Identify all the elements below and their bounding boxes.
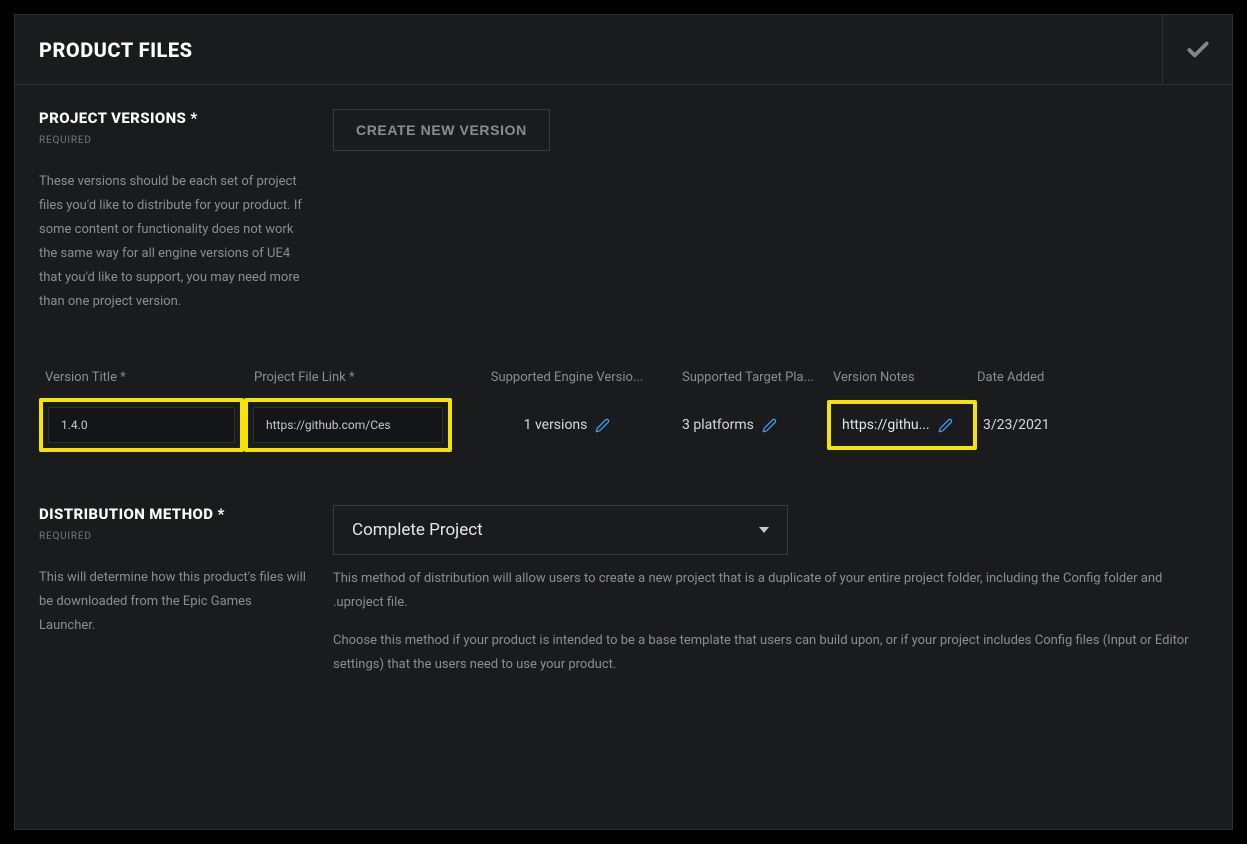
version-notes-text: https://githu...	[842, 417, 930, 433]
file-link-input[interactable]	[253, 407, 443, 443]
pencil-icon	[938, 418, 953, 433]
chevron-down-icon	[759, 527, 769, 533]
target-platforms-cell[interactable]: 3 platforms	[682, 417, 827, 433]
col-header-date: Date Added	[977, 370, 1097, 385]
col-header-file-link: Project File Link *	[244, 370, 452, 385]
validation-check[interactable]	[1162, 15, 1232, 84]
required-tag: REQUIRED	[39, 135, 309, 146]
project-versions-section: PROJECT VERSIONS * REQUIRED These versio…	[39, 109, 1208, 314]
required-tag: REQUIRED	[39, 531, 309, 542]
distribution-heading: DISTRIBUTION METHOD *	[39, 505, 309, 523]
date-added-cell: 3/23/2021	[977, 417, 1097, 433]
highlight-box: https://githu...	[827, 400, 977, 450]
engine-versions-cell[interactable]: 1 versions	[452, 417, 682, 433]
distribution-select-value: Complete Project	[352, 520, 483, 540]
pencil-icon	[762, 418, 777, 433]
distribution-desc-1: This method of distribution will allow u…	[333, 567, 1208, 615]
project-versions-info: PROJECT VERSIONS * REQUIRED These versio…	[39, 109, 309, 314]
versions-table-header: Version Title * Project File Link * Supp…	[39, 362, 1208, 393]
project-versions-description: These versions should be each set of pro…	[39, 170, 309, 314]
col-header-engine: Supported Engine Versio...	[452, 370, 682, 385]
panel-header: PRODUCT FILES	[15, 15, 1232, 85]
project-versions-heading: PROJECT VERSIONS *	[39, 109, 309, 127]
check-icon	[1185, 37, 1211, 63]
panel-title: PRODUCT FILES	[39, 38, 193, 62]
version-title-cell	[39, 398, 244, 452]
pencil-icon	[595, 418, 610, 433]
file-link-cell	[244, 398, 452, 452]
project-versions-actions: CREATE NEW VERSION	[333, 109, 550, 314]
version-title-input[interactable]	[48, 407, 235, 443]
distribution-right: Complete Project This method of distribu…	[333, 505, 1208, 691]
target-platforms-text: 3 platforms	[682, 417, 754, 433]
panel-content: PROJECT VERSIONS * REQUIRED These versio…	[15, 85, 1232, 715]
col-header-version-title: Version Title *	[39, 370, 244, 385]
create-new-version-button[interactable]: CREATE NEW VERSION	[333, 109, 550, 151]
highlight-box	[244, 398, 452, 452]
version-notes-cell[interactable]: https://githu...	[836, 409, 968, 441]
distribution-info: DISTRIBUTION METHOD * REQUIRED This will…	[39, 505, 309, 691]
distribution-description: This method of distribution will allow u…	[333, 567, 1208, 677]
distribution-section: DISTRIBUTION METHOD * REQUIRED This will…	[39, 505, 1208, 691]
col-header-notes: Version Notes	[827, 370, 977, 385]
distribution-method-select[interactable]: Complete Project	[333, 505, 788, 555]
distribution-left-desc: This will determine how this product's f…	[39, 566, 309, 638]
engine-versions-text: 1 versions	[524, 417, 588, 433]
col-header-target: Supported Target Pla...	[682, 370, 827, 385]
highlight-box	[39, 398, 244, 452]
version-notes-cell-wrap: https://githu...	[827, 400, 977, 450]
version-row: 1 versions 3 platforms https://githu... …	[39, 393, 1208, 457]
distribution-desc-2: Choose this method if your product is in…	[333, 629, 1208, 677]
product-files-panel: PRODUCT FILES PROJECT VERSIONS * REQUIRE…	[14, 14, 1233, 830]
